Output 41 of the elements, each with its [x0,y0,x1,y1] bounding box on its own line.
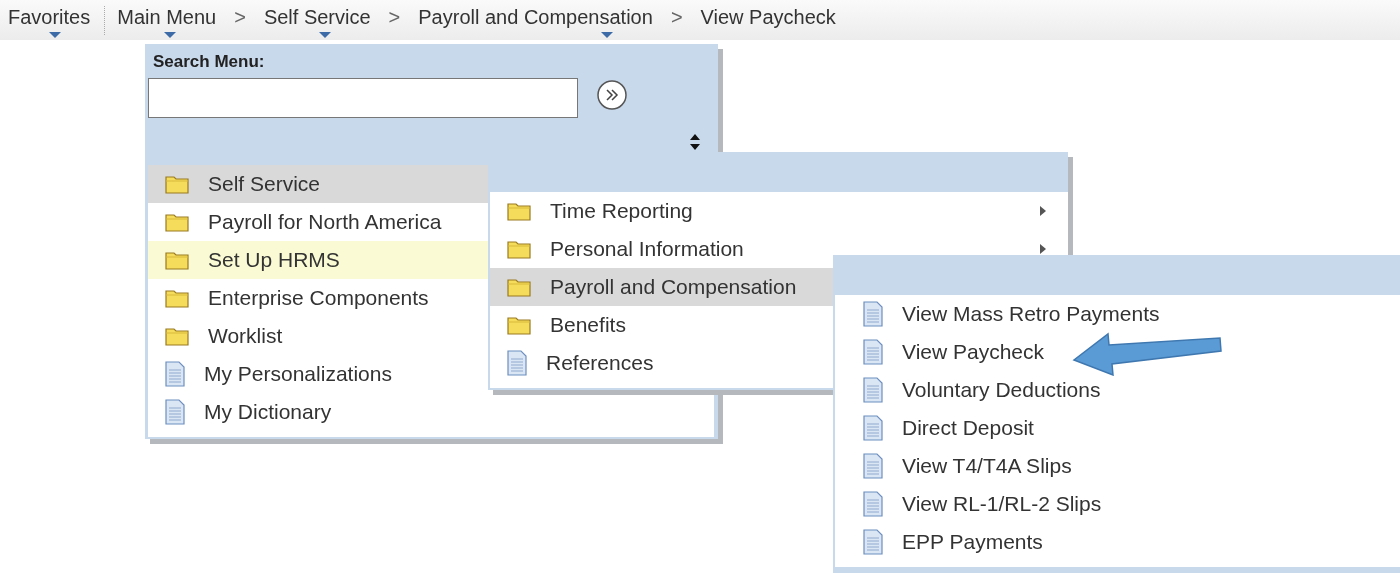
dropdown-caret-icon[interactable] [318,32,331,38]
document-icon [863,301,883,327]
document-icon [165,361,185,387]
menu-item[interactable]: Voluntary Deductions [835,371,1400,409]
document-icon [507,350,527,376]
folder-icon [165,212,189,232]
breadcrumb-link[interactable]: Main Menu [109,5,225,35]
document-icon [863,339,883,365]
breadcrumb-separator: > [233,5,247,30]
folder-icon [165,326,189,346]
document-icon [863,415,883,441]
go-button-icon[interactable] [596,79,628,111]
menu-item[interactable]: Direct Deposit [835,409,1400,447]
folder-icon [507,201,531,221]
sort-icon[interactable] [690,134,700,150]
breadcrumb-separator: > [669,5,684,30]
folder-icon [507,315,531,335]
breadcrumb-link[interactable]: Self Service [255,5,379,35]
dropdown-caret-icon[interactable] [49,32,62,38]
folder-icon [507,239,531,259]
folder-icon [507,277,531,297]
document-icon [165,399,185,425]
menu-item[interactable]: View T4/T4A Slips [835,447,1400,485]
document-icon [863,491,883,517]
dropdown-caret-icon[interactable] [600,32,613,38]
document-icon [863,529,883,555]
folder-icon [165,174,189,194]
document-icon [863,377,883,403]
breadcrumb-link[interactable]: View Paycheck [692,5,844,35]
search-label: Search Menu: [153,52,265,72]
menu-item[interactable]: EPP Payments [835,523,1400,561]
folder-icon [165,250,189,270]
menu-item[interactable]: View Paycheck [835,333,1400,371]
breadcrumb-separator: > [387,5,402,30]
dropdown-caret-icon[interactable] [164,32,177,38]
menu-item[interactable]: My Dictionary [148,393,714,431]
breadcrumb-link[interactable]: Payroll and Compensation [410,5,661,35]
document-icon [863,453,883,479]
search-field[interactable] [148,78,578,118]
menu-item[interactable]: View RL-1/RL-2 Slips [835,485,1400,523]
folder-icon [165,288,189,308]
